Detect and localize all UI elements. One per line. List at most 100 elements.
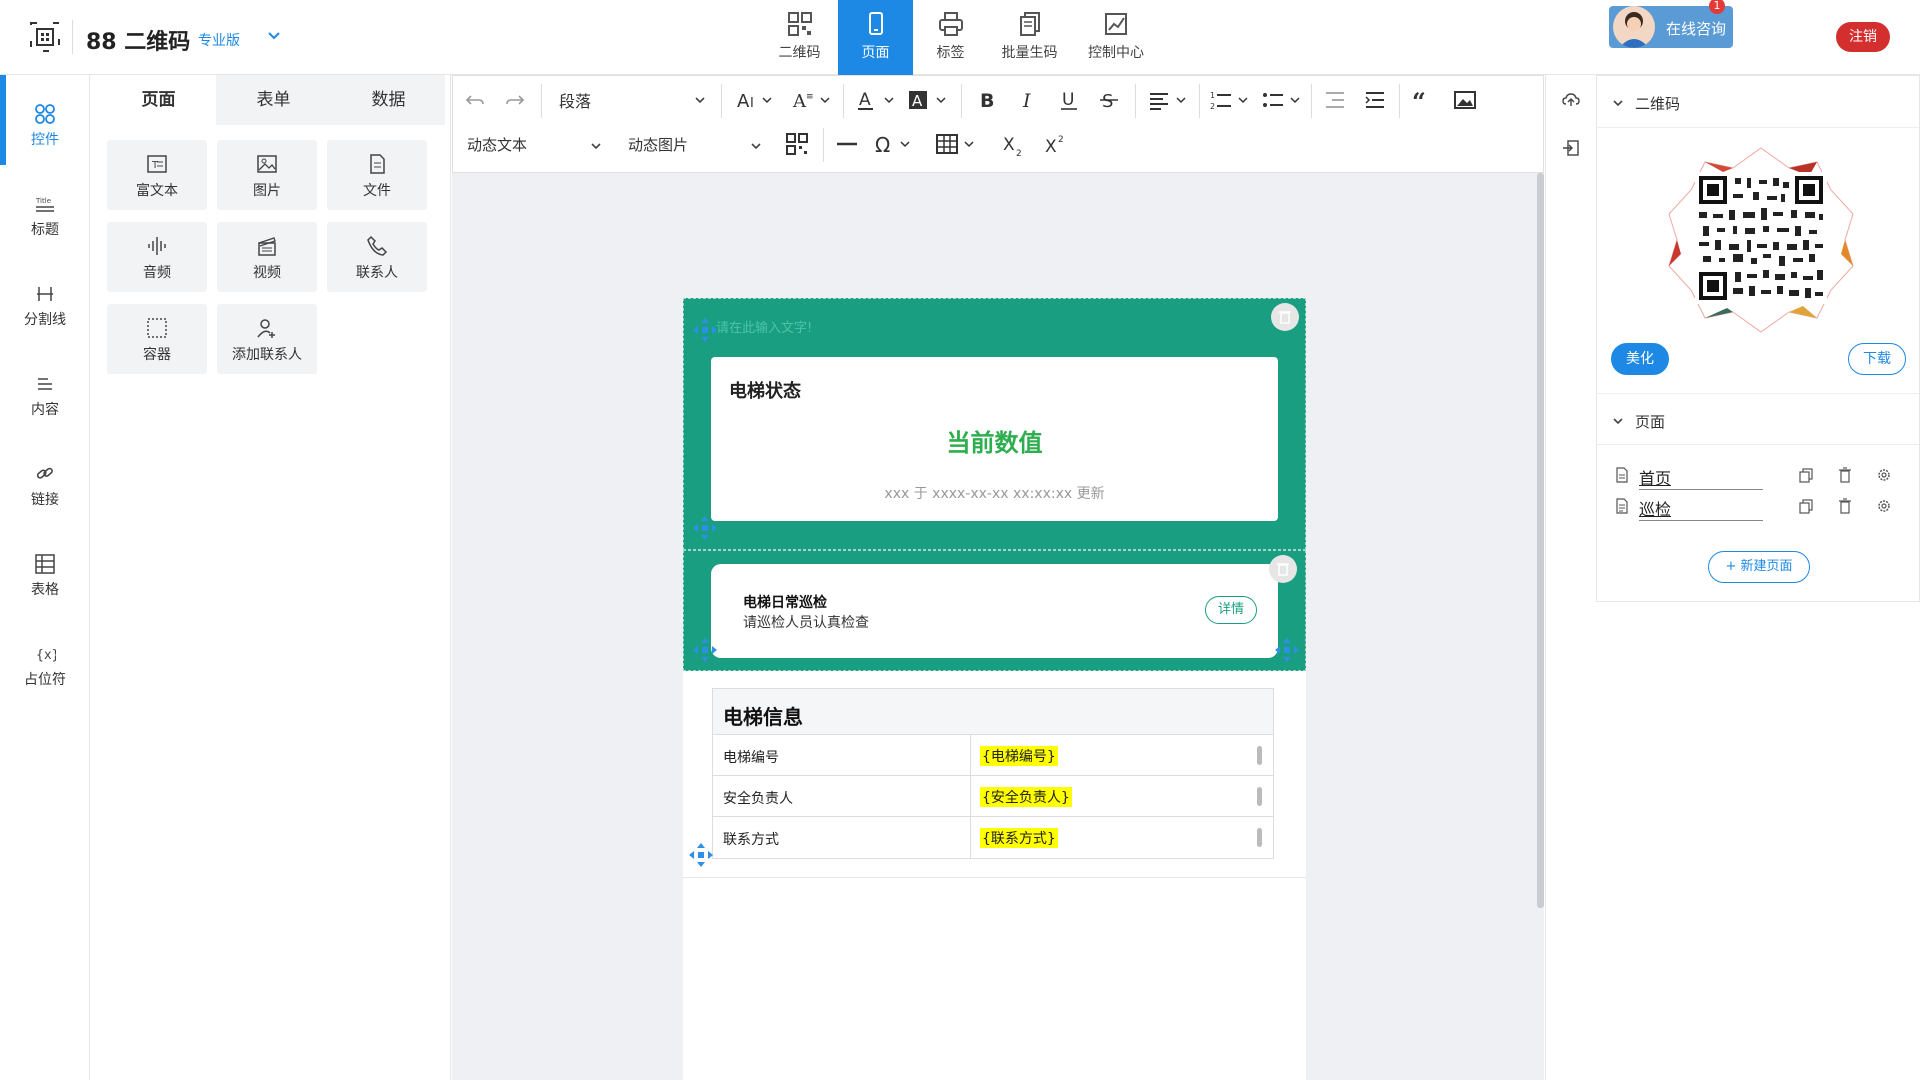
toolbar-separator — [1311, 84, 1312, 118]
move-handle-icon[interactable] — [692, 637, 718, 663]
chevron-down-icon[interactable] — [693, 86, 707, 114]
tab-qrcode[interactable]: 二维码 — [762, 0, 837, 75]
background-color-icon[interactable]: A — [907, 86, 951, 114]
chevron-down-icon[interactable] — [589, 132, 603, 160]
copy-icon[interactable] — [1797, 497, 1815, 515]
redo-icon[interactable] — [503, 86, 527, 114]
insert-image-icon[interactable] — [1453, 86, 1477, 114]
widget-add-contact[interactable]: 添加联系人 — [217, 304, 317, 374]
font-size-icon[interactable]: AI — [735, 86, 777, 114]
widget-rich-text[interactable]: T 富文本 — [107, 140, 207, 210]
outdent-icon[interactable] — [1323, 86, 1347, 114]
page-name[interactable]: 首页 — [1639, 465, 1763, 490]
qr-code-preview[interactable] — [1663, 142, 1859, 338]
chevron-down-icon[interactable] — [749, 132, 763, 160]
widget-audio[interactable]: 音频 — [107, 222, 207, 292]
insert-qrcode-icon[interactable] — [785, 130, 809, 158]
copy-icon[interactable] — [1797, 466, 1815, 484]
add-user-icon — [255, 316, 279, 340]
quote-icon[interactable]: “ — [1411, 86, 1435, 114]
dynamic-text-select[interactable]: 动态文本 — [467, 134, 527, 155]
page-list-item[interactable]: 巡检 — [1613, 494, 1913, 522]
strikethrough-icon[interactable]: S — [1097, 86, 1121, 114]
tab-data-widgets[interactable]: 数据 — [331, 75, 446, 125]
svg-text:2: 2 — [1058, 135, 1064, 145]
tab-page[interactable]: 页面 — [838, 0, 913, 75]
rail-item-title[interactable]: Title 标题 — [0, 175, 90, 245]
import-icon[interactable] — [1562, 139, 1580, 157]
widget-file[interactable]: 文件 — [327, 140, 427, 210]
rail-item-link[interactable]: 链接 — [0, 445, 90, 515]
move-handle-icon[interactable] — [692, 515, 718, 541]
delete-icon[interactable] — [1271, 303, 1299, 331]
underline-icon[interactable]: U — [1057, 86, 1081, 114]
chevron-down-icon[interactable] — [266, 28, 282, 44]
bullet-list-icon[interactable] — [1261, 86, 1305, 114]
gear-icon[interactable] — [1875, 466, 1893, 484]
tab-label[interactable]: 标签 — [913, 0, 988, 75]
tab-control-center[interactable]: 控制中心 — [1076, 0, 1156, 75]
image-icon — [255, 152, 279, 176]
rail-item-label: 分割线 — [24, 312, 66, 328]
special-char-icon[interactable]: Ω — [873, 130, 917, 158]
widget-video[interactable]: 视频 — [217, 222, 317, 292]
info-table-title: 电梯信息 — [713, 689, 1273, 735]
page-list-item[interactable]: 首页 — [1613, 463, 1913, 491]
edition-label[interactable]: 专业版 — [198, 30, 240, 50]
new-page-button[interactable]: + 新建页面 — [1708, 551, 1810, 583]
widget-container[interactable]: 容器 — [107, 304, 207, 374]
align-icon[interactable] — [1147, 86, 1191, 114]
move-handle-icon[interactable] — [692, 317, 718, 343]
beautify-button[interactable]: 美化 — [1611, 343, 1669, 375]
delete-icon[interactable] — [1836, 497, 1854, 515]
cell-scrollbar[interactable] — [1257, 746, 1262, 765]
inspection-container[interactable]: 电梯日常巡检 请巡检人员认真检查 详情 — [683, 550, 1306, 671]
tab-page-widgets[interactable]: 页面 — [101, 75, 216, 125]
rail-item-divider[interactable]: 分割线 — [0, 265, 90, 335]
delete-icon[interactable] — [1269, 555, 1297, 583]
tab-form-widgets[interactable]: 表单 — [216, 75, 331, 125]
cell-scrollbar[interactable] — [1257, 787, 1262, 806]
font-color-icon[interactable]: A — [855, 86, 899, 114]
insert-table-icon[interactable] — [935, 130, 979, 158]
cloud-upload-icon[interactable] — [1562, 91, 1580, 109]
dynamic-image-select[interactable]: 动态图片 — [628, 134, 688, 155]
pages-section-header[interactable]: 页面 — [1597, 393, 1919, 445]
gear-icon[interactable] — [1875, 497, 1893, 515]
rail-item-table[interactable]: 表格 — [0, 535, 90, 605]
move-handle-icon[interactable] — [688, 842, 714, 868]
details-button[interactable]: 详情 — [1205, 596, 1257, 624]
subscript-icon[interactable]: X2 — [1001, 132, 1025, 160]
rail-item-content[interactable]: 内容 — [0, 355, 90, 425]
font-family-icon[interactable]: A ≡ — [791, 86, 835, 114]
move-handle-icon[interactable] — [1274, 637, 1300, 663]
delete-icon[interactable] — [1836, 466, 1854, 484]
qr-section-header[interactable]: 二维码 — [1597, 76, 1919, 128]
tab-batch[interactable]: 批量生码 — [992, 0, 1067, 75]
indent-icon[interactable] — [1363, 86, 1387, 114]
table-cell-value: {安全负责人} — [980, 787, 1072, 807]
rail-item-placeholder[interactable]: {x} 占位符 — [0, 625, 90, 695]
cell-scrollbar[interactable] — [1257, 828, 1262, 847]
svg-text:A: A — [912, 92, 923, 110]
undo-icon[interactable] — [463, 86, 487, 114]
canvas-scrollbar[interactable] — [1537, 173, 1544, 908]
widget-label: 联系人 — [356, 265, 398, 281]
placeholder-text[interactable]: 请在此输入文字! — [716, 317, 812, 336]
online-consult-button[interactable]: 在线咨询 1 — [1609, 0, 1733, 48]
rail-item-widgets[interactable]: 控件 — [0, 85, 90, 155]
superscript-icon[interactable]: X2 — [1043, 130, 1067, 158]
section-divider — [683, 877, 1306, 878]
bold-icon[interactable]: B — [975, 86, 999, 114]
widget-contact[interactable]: 联系人 — [327, 222, 427, 292]
download-button[interactable]: 下载 — [1848, 343, 1906, 375]
horizontal-rule-icon[interactable] — [835, 130, 859, 158]
logout-button[interactable]: 注销 — [1836, 22, 1890, 52]
widget-image[interactable]: 图片 — [217, 140, 317, 210]
page-name[interactable]: 巡检 — [1639, 496, 1763, 521]
ordered-list-icon[interactable]: 12 — [1209, 86, 1253, 114]
paragraph-select[interactable]: 段落 — [559, 88, 591, 112]
status-container[interactable]: 请在此输入文字! 电梯状态 当前数值 xxx 于 xxxx-xx-xx xx:x… — [683, 298, 1306, 550]
italic-icon[interactable]: I — [1017, 86, 1041, 114]
elevator-info-table[interactable]: 电梯信息 电梯编号 {电梯编号} 安全负责人 {安全负责人} 联系方式 {联系方… — [712, 688, 1274, 859]
